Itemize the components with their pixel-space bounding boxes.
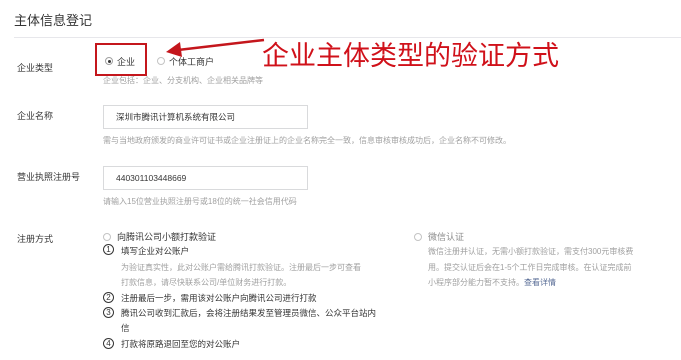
step-1-desc-1: 为验证真实性，此对公账户需给腾讯打款验证。注册最后一步可查看 (121, 263, 361, 272)
license-input[interactable]: 440301103448669 (103, 166, 308, 190)
company-name-input[interactable]: 深圳市腾讯计算机系统有限公司 (103, 105, 308, 129)
step-4-title: 打款将原路退回至您的对公账户 (121, 339, 241, 349)
step-2-number: 2 (103, 292, 114, 303)
annotation-text: 企业主体类型的验证方式 (262, 41, 559, 72)
enterprise-type-hint: 企业包括：企业、分支机构、企业相关品牌等 (103, 76, 263, 85)
wechat-details-link[interactable]: 查看详情 (524, 278, 556, 287)
license-label: 营业执照注册号 (17, 172, 81, 182)
step-1-title: 填写企业对公账户 (121, 246, 190, 256)
license-hint: 请输入15位营业执照注册号或18位的统一社会信用代码 (103, 197, 297, 206)
radio-tencent-payment-label[interactable]: 向腾讯公司小额打款验证 (117, 230, 216, 243)
radio-tencent-payment[interactable] (103, 233, 111, 241)
step-2-title: 注册最后一步，需用该对公账户向腾讯公司进行打款 (121, 293, 317, 303)
step-3-title: 腾讯公司收到汇款后，会将注册结果发至管理员微信、公众平台站内 (121, 308, 377, 318)
highlight-box (95, 43, 147, 76)
wechat-auth-desc-3: 小程序部分能力暂不支持。 (428, 278, 524, 287)
step-3-title-cont: 信 (121, 323, 130, 333)
wechat-auth-desc-1: 微信注册并认证，无需小额打款验证，需支付300元审核费 (428, 247, 634, 256)
wechat-auth-desc-3-row: 小程序部分能力暂不支持。查看详情 (428, 277, 556, 288)
radio-wechat-auth[interactable] (414, 233, 422, 241)
step-1-number: 1 (103, 244, 114, 255)
radio-wechat-auth-label[interactable]: 微信认证 (428, 230, 464, 243)
enterprise-type-label: 企业类型 (17, 63, 54, 73)
company-name-label: 企业名称 (17, 111, 54, 121)
arrow-icon (166, 38, 265, 57)
step-1-desc-2: 打款信息，请尽快联系公司/单位财务进行打款。 (121, 278, 292, 287)
section-title: 主体信息登记 (14, 13, 93, 28)
company-name-hint: 需与当地政府颁发的商业许可证书或企业注册证上的企业名称完全一致，信息审核审核成功… (103, 136, 511, 145)
registration-label: 注册方式 (17, 234, 54, 244)
step-4-number: 4 (103, 338, 114, 349)
wechat-auth-desc-2: 用。提交认证后会在1-5个工作日完成审核。在认证完成前 (428, 263, 632, 272)
step-3-number: 3 (103, 307, 114, 318)
